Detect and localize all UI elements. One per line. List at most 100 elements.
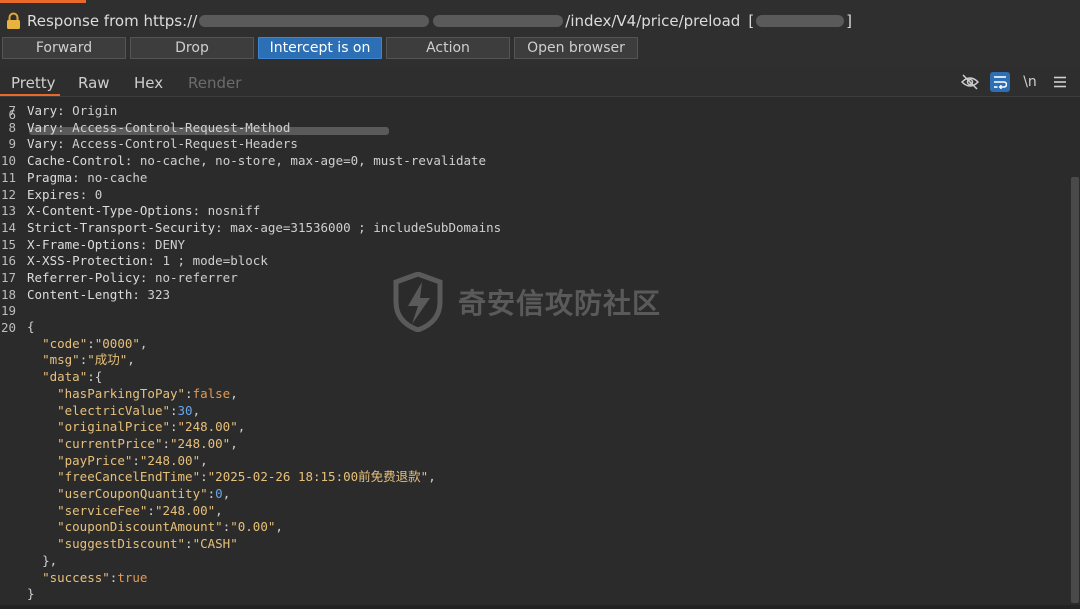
header-key: Pragma: [27, 169, 73, 185]
editor-line: }: [0, 586, 1068, 603]
editor-line: 10 Cache-Control: no-cache, no-store, max…: [0, 153, 487, 169]
header-key: X-Content-Type-Options: [27, 203, 193, 219]
header-value: Access-Control-Request-Headers: [72, 136, 298, 152]
wrap-lines-icon[interactable]: [990, 72, 1010, 92]
header-key: Referrer-Policy: [27, 270, 140, 285]
json-key: "hasParkingToPay": [57, 385, 186, 401]
json-value: "成功": [87, 352, 128, 368]
json-value: 0: [215, 486, 223, 501]
intercept-toggle-button[interactable]: Intercept is on: [258, 37, 382, 59]
line-number: 12: [0, 186, 16, 202]
line-number: 15: [0, 236, 16, 252]
redacted-host: [199, 15, 430, 27]
message-editor[interactable]: 6 7 Vary: Origin 8 Vary: Access-Control-Re…: [0, 97, 1080, 605]
json-value: "2025-02-26 18:15:00前免费退款": [207, 469, 429, 485]
accent-strip: [0, 0, 86, 3]
header-key: Vary: [27, 119, 58, 135]
line-number: 9: [8, 136, 16, 152]
newline-toggle-icon[interactable]: \n: [1020, 72, 1040, 92]
editor-line: 16 X-XSS-Protection: 1 ; mode=block: [0, 253, 268, 269]
line-number: 14: [0, 219, 16, 235]
lock-icon: [6, 12, 21, 30]
forward-button[interactable]: Forward: [2, 37, 126, 59]
json-value: "CASH": [192, 536, 238, 552]
bracket-close: ]: [846, 12, 853, 30]
line-number: 19: [0, 303, 16, 319]
tab-hex[interactable]: Hex: [134, 74, 163, 92]
scrollbar-thumb[interactable]: [1071, 177, 1079, 603]
line-number: 18: [0, 286, 16, 302]
json-key: "freeCancelEndTime": [57, 469, 201, 485]
json-value: "0000": [94, 335, 140, 351]
header-key: Vary: [27, 103, 58, 118]
editor-line: "electricValue":30,: [57, 402, 201, 418]
json-value: "248.00": [170, 435, 231, 451]
response-suffix: /index/V4/price/preload: [565, 12, 741, 30]
header-value: 0: [94, 186, 103, 202]
json-key: "code": [42, 335, 88, 351]
tab-pretty[interactable]: Pretty: [11, 74, 56, 92]
menu-icon[interactable]: [1050, 72, 1070, 92]
bracket-open: [: [748, 12, 755, 30]
editor-line: {: [0, 319, 1068, 336]
line-number: 8: [8, 119, 16, 135]
top-bar: Response from https:// /index/V4/price/p…: [0, 0, 1080, 66]
bottom-strip: [0, 605, 1080, 609]
line-number: 16: [0, 253, 16, 269]
json-key: "couponDiscountAmount": [57, 519, 223, 535]
action-button[interactable]: Action: [386, 37, 510, 59]
active-tab-indicator: [0, 94, 60, 96]
header-key: X-XSS-Protection: [27, 253, 148, 269]
editor-line: 14 Strict-Transport-Security: max-age=315…: [0, 219, 502, 235]
json-key: "originalPrice": [57, 419, 170, 435]
response-url-bar: Response from https:// /index/V4/price/p…: [6, 10, 852, 32]
editor-line: "currentPrice":"248.00",: [57, 435, 238, 451]
header-key: Cache-Control: [27, 153, 125, 169]
header-key: Content-Length: [27, 286, 133, 302]
editor-line: 17 Referrer-Policy: no-referrer: [0, 270, 238, 285]
editor-line: "payPrice":"248.00",: [57, 452, 208, 468]
json-key: "userCouponQuantity": [57, 486, 208, 501]
editor-line: "couponDiscountAmount":"0.00",: [57, 519, 283, 535]
redacted-path: [433, 15, 564, 27]
header-value: no-cache: [87, 169, 148, 185]
line-number: 11: [0, 169, 16, 185]
json-value: true: [117, 569, 148, 585]
header-value: max-age=31536000 ; includeSubDomains: [230, 219, 502, 235]
editor-line: "data":{: [42, 369, 103, 385]
editor-line: 12 Expires: 0: [0, 186, 103, 202]
drop-button[interactable]: Drop: [130, 37, 254, 59]
tab-render[interactable]: Render: [188, 74, 241, 92]
editor-line: 19: [0, 303, 1068, 320]
open-browser-button[interactable]: Open browser: [514, 37, 638, 59]
json-key: "data": [42, 369, 88, 385]
json-value: 30: [177, 402, 193, 418]
json-value: "248.00": [139, 452, 201, 468]
header-value: 1 ; mode=block: [162, 253, 268, 269]
json-value: "248.00": [154, 502, 216, 518]
response-prefix: Response from https://: [27, 12, 198, 30]
editor-scrollbar[interactable]: [1069, 97, 1080, 605]
json-value: "0.00": [230, 519, 276, 535]
editor-line: 11 Pragma: no-cache: [0, 169, 148, 185]
line-number: 13: [0, 203, 16, 219]
tab-raw[interactable]: Raw: [78, 74, 110, 92]
action-buttons: Forward Drop Intercept is on Action Open…: [2, 37, 638, 59]
editor-line: },: [0, 553, 1068, 570]
hide-eye-icon[interactable]: [960, 72, 980, 92]
header-value: 323: [147, 286, 170, 302]
view-tabs-bar: Pretty Raw Hex Render \n: [0, 66, 1080, 97]
json-key: "success": [42, 569, 110, 585]
editor-line: 13 X-Content-Type-Options: nosniff: [0, 203, 261, 219]
header-key: X-Frame-Options: [27, 236, 140, 252]
json-key: "serviceFee": [57, 502, 148, 518]
json-value: "248.00": [177, 419, 238, 435]
editor-line: "freeCancelEndTime":"2025-02-26 18:15:00…: [57, 469, 436, 485]
editor-line: 15 X-Frame-Options: DENY: [0, 236, 186, 252]
editor-line: 8 Vary: Access-Control-Request-Method: [0, 120, 1068, 137]
header-value: nosniff: [207, 203, 261, 219]
json-key: "msg": [42, 352, 80, 368]
json-key: "payPrice": [57, 452, 133, 468]
editor-line: "code":"0000",: [42, 335, 148, 351]
json-data-close: },: [42, 552, 58, 568]
